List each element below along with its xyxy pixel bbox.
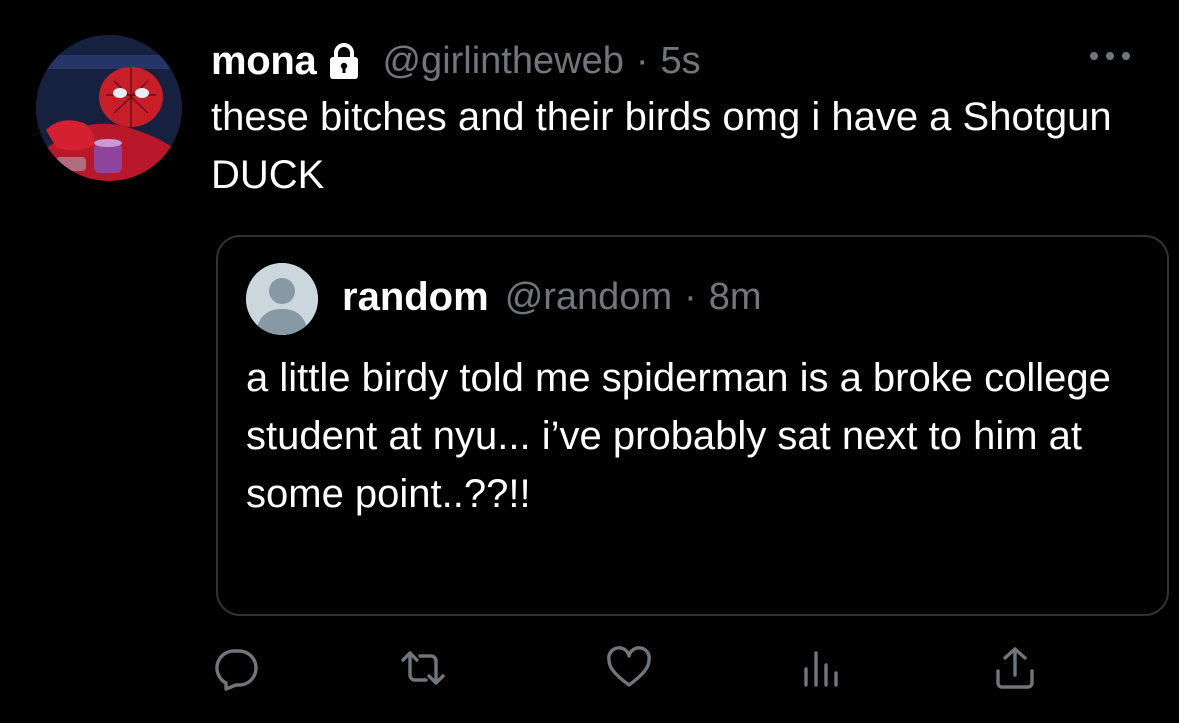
separator-dot: · [635, 39, 649, 82]
lock-icon [324, 41, 364, 81]
tweet[interactable]: mona @girlintheweb · 5s these bitches an… [0, 0, 1179, 723]
quoted-tweet[interactable]: random @random · 8m a little birdy told … [216, 235, 1169, 616]
display-name[interactable]: mona [211, 39, 317, 84]
more-icon[interactable] [1087, 46, 1133, 66]
quoted-tweet-header: random @random · 8m [342, 275, 762, 320]
spiderman-avatar [36, 35, 182, 181]
views-icon [804, 651, 838, 687]
tweet-timestamp[interactable]: 5s [661, 40, 701, 83]
tweet-actions [211, 642, 1041, 698]
retweet-icon [401, 651, 445, 685]
reply-button[interactable] [211, 642, 263, 694]
tweet-header: mona @girlintheweb · 5s [211, 36, 701, 86]
share-button[interactable] [989, 642, 1041, 694]
share-icon [996, 647, 1034, 689]
user-avatar[interactable] [36, 35, 182, 181]
quoted-tweet-text: a little birdy told me spiderman is a br… [246, 356, 1111, 516]
quoted-user-handle[interactable]: @random [505, 276, 672, 319]
retweet-button[interactable] [397, 642, 449, 694]
default-avatar [246, 263, 318, 335]
reply-icon [215, 649, 258, 691]
quoted-display-name[interactable]: random [342, 275, 489, 320]
tweet-text: these bitches and their birds omg i have… [211, 95, 1112, 197]
user-handle[interactable]: @girlintheweb [382, 40, 623, 83]
quoted-tweet-timestamp[interactable]: 8m [709, 276, 762, 319]
views-button[interactable] [795, 642, 847, 694]
quoted-user-avatar[interactable] [246, 263, 318, 335]
like-button[interactable] [603, 642, 655, 694]
heart-icon [607, 646, 651, 687]
quoted-separator-dot: · [684, 276, 697, 318]
